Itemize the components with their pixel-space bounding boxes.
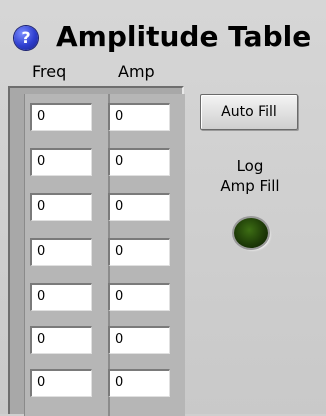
freq-cell[interactable]: 0	[30, 238, 92, 266]
help-question-icon[interactable]: ?	[14, 26, 38, 50]
freq-cell[interactable]: 0	[30, 103, 92, 131]
log-amp-fill-label-line1: Log	[236, 157, 264, 175]
log-amp-fill-led-toggle[interactable]	[234, 218, 268, 248]
amp-cell[interactable]: 0	[108, 283, 170, 311]
auto-fill-button[interactable]: Auto Fill	[200, 94, 298, 130]
log-amp-fill-label: Log Amp Fill	[204, 156, 296, 196]
amp-cell[interactable]: 0	[108, 103, 170, 131]
amp-cell[interactable]: 0	[108, 193, 170, 221]
log-amp-fill-label-line2: Amp Fill	[220, 177, 280, 195]
amp-cell[interactable]: 0	[108, 326, 170, 354]
freq-cell[interactable]: 0	[30, 326, 92, 354]
freq-cell[interactable]: 0	[30, 369, 92, 397]
amp-cell[interactable]: 0	[108, 369, 170, 397]
freq-column-header: Freq	[32, 62, 67, 81]
amplitude-table-panel: ? Amplitude Table Freq Amp 0 0 0 0 0 0 0…	[0, 0, 326, 416]
amp-cell[interactable]: 0	[108, 148, 170, 176]
panel-title: Amplitude Table	[56, 20, 312, 53]
freq-cell[interactable]: 0	[30, 193, 92, 221]
freq-cell[interactable]: 0	[30, 148, 92, 176]
amp-column-header: Amp	[118, 62, 155, 81]
amp-cell[interactable]: 0	[108, 238, 170, 266]
freq-cell[interactable]: 0	[30, 283, 92, 311]
